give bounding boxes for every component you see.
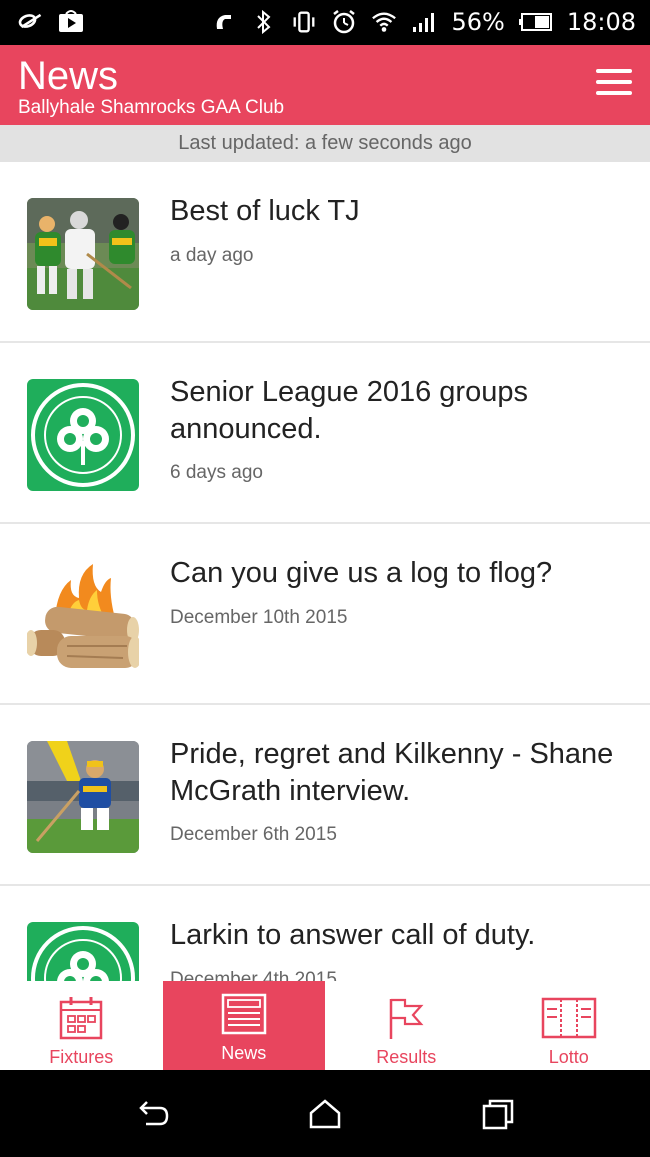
app-header: News Ballyhale Shamrocks GAA Club [0,45,650,125]
hamburger-icon [596,69,632,73]
menu-button[interactable] [596,69,632,99]
page-title: News [18,54,119,98]
news-list[interactable]: Best of luck TJ a day ago Senior League … [0,162,650,981]
clock: 18:08 [566,8,636,36]
news-title: Senior League 2016 groups announced. [170,376,528,445]
hurler-photo [27,741,139,853]
wifi-icon [371,9,397,35]
home-icon [309,1099,341,1129]
home-button[interactable] [307,1098,343,1130]
tab-label: Results [376,1047,437,1067]
recent-apps-icon [482,1099,514,1130]
last-updated-bar: Last updated: a few seconds ago [0,125,650,162]
bluetooth-icon [251,9,277,35]
vibrate-icon [291,9,317,35]
news-item[interactable]: Pride, regret and Kilkenny - Shane McGra… [0,705,650,886]
bottom-tab-bar: Fixtures News Results Lotto [0,981,650,1070]
news-date: December 10th 2015 [170,607,348,628]
battery-icon [518,9,553,35]
news-title: Can you give us a log to flog? [170,557,553,589]
news-title: Pride, regret and Kilkenny - Shane McGra… [170,738,614,807]
back-icon [139,1101,169,1126]
club-crest [27,922,139,981]
news-item[interactable]: Larkin to answer call of duty. December … [0,886,650,981]
news-title: Larkin to answer call of duty. [170,919,536,951]
news-item[interactable]: Best of luck TJ a day ago [0,162,650,343]
android-nav-bar [0,1070,650,1157]
recent-apps-button[interactable] [480,1098,516,1130]
tab-label: Lotto [548,1047,589,1067]
tab-news[interactable]: News [162,981,325,1070]
signal-icon [411,9,437,35]
link-icon [18,8,44,34]
news-item[interactable]: Senior League 2016 groups announced. 6 d… [0,343,650,524]
battery-percent: 56% [451,8,505,36]
news-date: December 6th 2015 [170,824,337,845]
club-crest [27,379,139,491]
play-store-icon [58,8,84,34]
tab-fixtures[interactable]: Fixtures [0,981,163,1070]
back-button[interactable] [134,1098,170,1130]
lotto-ticket-icon [541,995,596,1041]
tab-label: Fixtures [49,1047,114,1067]
calendar-icon [58,995,104,1041]
club-subtitle: Ballyhale Shamrocks GAA Club [18,97,285,118]
tab-label: News [221,1043,267,1063]
news-date: December 4th 2015 [170,969,337,981]
news-title: Best of luck TJ [170,195,360,227]
news-date: a day ago [170,245,254,266]
nfc-icon [211,9,237,35]
hurling-match-photo [27,198,139,310]
flag-icon [383,995,429,1041]
news-date: 6 days ago [170,462,263,483]
news-item[interactable]: Can you give us a log to flog? December … [0,524,650,705]
log-fire-illustration [27,560,139,672]
tab-lotto[interactable]: Lotto [488,981,650,1070]
newspaper-icon [221,991,267,1037]
status-bar: 56% 18:08 [0,0,650,45]
tab-results[interactable]: Results [325,981,488,1070]
alarm-icon [331,9,357,35]
